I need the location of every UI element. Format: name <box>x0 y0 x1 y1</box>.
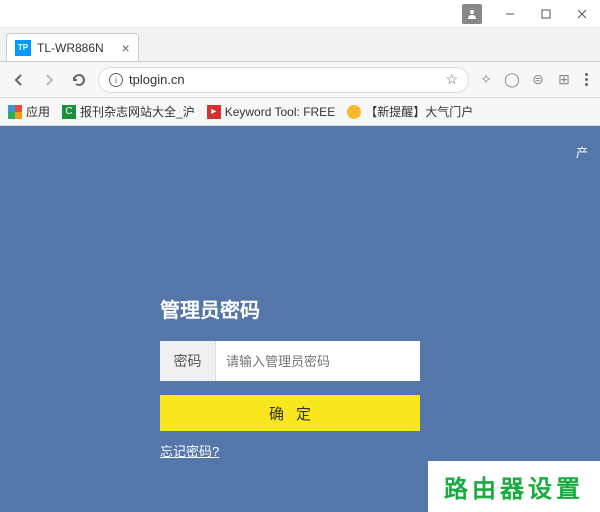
bookmark-label-1: 报刊杂志网站大全_沪 <box>80 103 195 120</box>
tab-close-icon[interactable]: × <box>122 40 130 56</box>
bookmark-item-3[interactable]: 【新提醒】大气门户 <box>347 103 473 120</box>
bookmark-icon-1: C <box>62 105 76 119</box>
extension-icon-3[interactable]: ⊜ <box>529 71 547 89</box>
bookmarks-bar: 应用 C 报刊杂志网站大全_沪 ▸ Keyword Tool: FREE 【新提醒】… <box>0 98 600 126</box>
person-icon <box>467 9 477 19</box>
forgot-password-link[interactable]: 忘记密码? <box>160 444 219 459</box>
bookmark-label-2: Keyword Tool: FREE <box>225 105 336 119</box>
forward-button[interactable] <box>38 69 60 91</box>
watermark: 路由器设置 <box>428 461 600 512</box>
apps-label: 应用 <box>26 103 50 120</box>
back-button[interactable] <box>8 69 30 91</box>
url-text: tplogin.cn <box>129 72 439 87</box>
close-button[interactable] <box>564 0 600 28</box>
page-corner-text: 产 <box>576 144 588 161</box>
extension-icon-2[interactable]: ◯ <box>503 71 521 89</box>
maximize-button[interactable] <box>528 0 564 28</box>
bookmark-icon-3 <box>347 105 361 119</box>
login-form: 管理员密码 密码 确定 忘记密码? <box>160 294 420 461</box>
extension-icon-4[interactable]: ⊞ <box>555 71 573 89</box>
password-row: 密码 <box>160 341 420 381</box>
reload-button[interactable] <box>68 69 90 91</box>
site-info-icon[interactable]: i <box>109 73 123 87</box>
url-field[interactable]: i tplogin.cn ☆ <box>98 67 469 93</box>
bookmark-item-2[interactable]: ▸ Keyword Tool: FREE <box>207 105 336 119</box>
tab-favicon: TP <box>15 40 31 56</box>
apps-button[interactable]: 应用 <box>8 103 50 120</box>
window-titlebar <box>0 0 600 28</box>
browser-tab[interactable]: TP TL-WR886N × <box>6 33 139 61</box>
browser-menu-button[interactable] <box>581 73 592 86</box>
password-input[interactable] <box>216 341 420 381</box>
bookmark-star-icon[interactable]: ☆ <box>445 71 458 88</box>
bookmark-item-1[interactable]: C 报刊杂志网站大全_沪 <box>62 103 195 120</box>
user-icon <box>462 4 482 24</box>
tab-bar: TP TL-WR886N × <box>0 28 600 62</box>
tab-title: TL-WR886N <box>37 41 104 55</box>
extension-icon-1[interactable]: ✧ <box>477 71 495 89</box>
minimize-button[interactable] <box>492 0 528 28</box>
page-content: 产 管理员密码 密码 确定 忘记密码? 路由器设置 <box>0 126 600 512</box>
submit-button[interactable]: 确定 <box>160 395 420 431</box>
apps-icon <box>8 105 22 119</box>
bookmark-icon-2: ▸ <box>207 105 221 119</box>
login-title: 管理员密码 <box>160 294 420 323</box>
address-bar: i tplogin.cn ☆ ✧ ◯ ⊜ ⊞ <box>0 62 600 98</box>
password-label: 密码 <box>160 341 216 381</box>
bookmark-label-3: 【新提醒】大气门户 <box>365 103 473 120</box>
